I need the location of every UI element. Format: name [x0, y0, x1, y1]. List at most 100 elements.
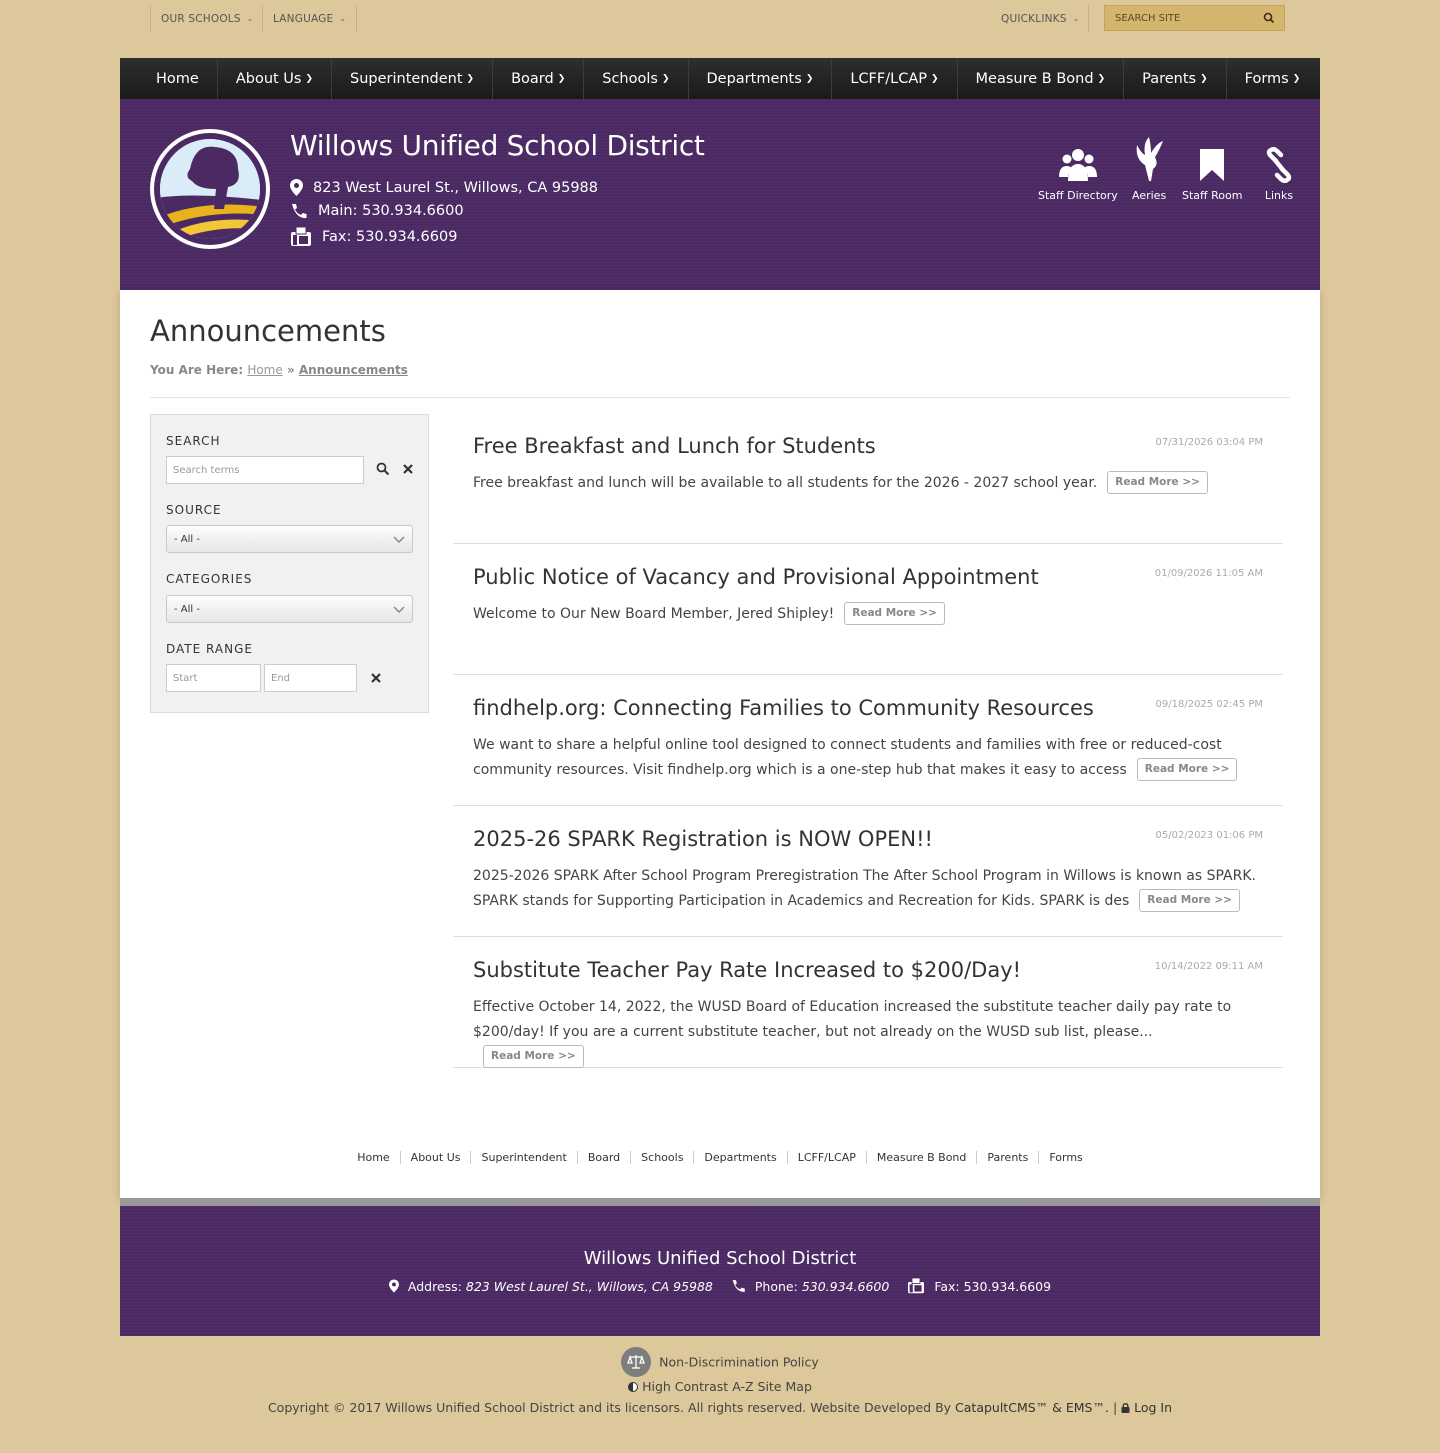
- nav-parents[interactable]: Parents ❯: [1124, 58, 1226, 99]
- nav-label: Home: [156, 70, 199, 87]
- footer-address-value: 823 West Laurel St., Willows, CA 95988: [465, 1278, 713, 1294]
- scale-icon: [621, 1347, 652, 1377]
- non-discrimination-link[interactable]: Non-Discrimination Policy: [659, 1355, 819, 1370]
- login-link[interactable]: Log In: [1134, 1400, 1172, 1415]
- announcement-title[interactable]: Public Notice of Vacancy and Provisional…: [473, 565, 1039, 589]
- read-more-button[interactable]: Read More >>: [1136, 757, 1238, 781]
- footer-link-superintendent[interactable]: Superintendent: [471, 1151, 578, 1164]
- date-range-label: DATE RANGE: [166, 642, 253, 656]
- footer-link-lcff-lcap[interactable]: LCFF/LCAP: [788, 1151, 867, 1164]
- end-date-input[interactable]: End: [264, 664, 357, 692]
- district-logo[interactable]: [150, 129, 270, 249]
- nav-about-us[interactable]: About Us ❯: [218, 58, 331, 99]
- header-fax: Fax: 530.934.6609: [290, 227, 457, 247]
- read-more-button[interactable]: Read More >>: [1139, 888, 1240, 912]
- fax-icon: [908, 1278, 925, 1294]
- chevron-down-icon: [393, 606, 405, 614]
- fax-icon: [291, 227, 311, 246]
- announcement-title[interactable]: Free Breakfast and Lunch for Students: [473, 434, 876, 458]
- developer-link[interactable]: CatapultCMS™ & EMS™.: [955, 1400, 1109, 1415]
- staff-directory-link[interactable]: Staff Directory: [1038, 147, 1118, 202]
- footer-address: Address: 823 West Laurel St., Willows, CA…: [388, 1278, 713, 1294]
- main-nav: Home About Us ❯ Superintendent ❯ Board ❯ Sc…: [120, 58, 1320, 99]
- map-marker-icon: [290, 179, 303, 196]
- footer-phone-value: 530.934.6600: [801, 1278, 890, 1294]
- announcement-text: We want to share a helpful online tool d…: [473, 737, 1222, 778]
- announcement-title[interactable]: 2025-26 SPARK Registration is NOW OPEN!!: [473, 827, 933, 851]
- nav-lcff-lcap[interactable]: LCFF/LCAP ❯: [832, 58, 956, 99]
- categories-select[interactable]: - All -: [166, 595, 413, 623]
- start-date-input[interactable]: Start: [166, 664, 261, 692]
- breadcrumb-prefix: You Are Here:: [150, 363, 244, 377]
- title-divider: [150, 397, 1290, 398]
- breadcrumb-home-link[interactable]: Home: [247, 363, 282, 377]
- copyright-text: Copyright © 2017 Willows Unified School …: [267, 1400, 952, 1415]
- search-icon[interactable]: [1262, 11, 1276, 25]
- nav-departments[interactable]: Departments ❯: [689, 58, 832, 99]
- footer-link-schools[interactable]: Schools: [631, 1151, 695, 1164]
- nav-label: Measure B Bond: [975, 70, 1094, 87]
- links-link[interactable]: Links: [1262, 147, 1296, 202]
- read-more-button[interactable]: Read More >>: [483, 1044, 584, 1068]
- nav-label: Parents: [1142, 70, 1197, 87]
- page-title: Announcements: [150, 314, 386, 348]
- nav-measure-b-bond[interactable]: Measure B Bond ❯: [958, 58, 1124, 99]
- announcement-title[interactable]: findhelp.org: Connecting Families to Com…: [473, 696, 1094, 720]
- nav-schools[interactable]: Schools ❯: [584, 58, 687, 99]
- announcement-summary: Free breakfast and lunch will be availab…: [473, 470, 1263, 496]
- main-phone-text: Main: 530.934.6600: [318, 203, 464, 219]
- clear-date-icon[interactable]: [371, 673, 381, 683]
- our-schools-label: OUR SCHOOLS: [161, 12, 241, 25]
- announcement-title[interactable]: Substitute Teacher Pay Rate Increased to…: [473, 958, 1021, 982]
- search-terms-input[interactable]: Search terms: [166, 456, 364, 484]
- nav-forms[interactable]: Forms ❯: [1227, 58, 1319, 99]
- language-dropdown[interactable]: LANGUAGE ⌄: [273, 5, 346, 32]
- search-icon[interactable]: [376, 462, 390, 476]
- footer-link-board[interactable]: Board: [578, 1151, 632, 1164]
- footer-link-departments[interactable]: Departments: [694, 1151, 788, 1164]
- site-map-link[interactable]: A-Z Site Map: [732, 1379, 812, 1394]
- chevron-down-icon: ⌄: [339, 14, 347, 23]
- chevron-down-icon: ❯: [661, 73, 670, 84]
- nav-superintendent[interactable]: Superintendent ❯: [332, 58, 492, 99]
- footer-contact: Address: 823 West Laurel St., Willows, CA…: [120, 1278, 1320, 1294]
- util-divider: [356, 5, 357, 32]
- copyright-row: Copyright © 2017 Willows Unified School …: [0, 1400, 1440, 1415]
- read-more-button[interactable]: Read More >>: [844, 601, 945, 625]
- source-label: SOURCE: [166, 503, 222, 517]
- breadcrumb: You Are Here: Home » Announcements: [150, 363, 408, 377]
- announcement-item: Substitute Teacher Pay Rate Increased to…: [453, 958, 1283, 1068]
- footer-link-forms[interactable]: Forms: [1039, 1151, 1092, 1164]
- site-search-input[interactable]: SEARCH SITE: [1104, 5, 1285, 31]
- announcement-summary: Welcome to Our New Board Member, Jered S…: [473, 601, 1263, 627]
- footer-link-about-us[interactable]: About Us: [401, 1151, 472, 1164]
- clear-icon[interactable]: [403, 464, 413, 474]
- footer-link-parents[interactable]: Parents: [977, 1151, 1040, 1164]
- aeries-label: Aeries: [1132, 189, 1167, 202]
- eagle-icon: [1136, 137, 1164, 181]
- address-text: 823 West Laurel St., Willows, CA 95988: [313, 179, 599, 196]
- breadcrumb-separator: »: [286, 363, 295, 377]
- announcement-date: 07/31/2026 03:04 PM: [1155, 437, 1263, 448]
- high-contrast-link[interactable]: High Contrast: [642, 1379, 728, 1394]
- nav-label: Departments: [706, 70, 802, 87]
- read-more-button[interactable]: Read More >>: [1107, 470, 1208, 494]
- site-footer: Willows Unified School District Address:…: [120, 1206, 1320, 1336]
- language-label: LANGUAGE: [273, 12, 334, 25]
- site-search-placeholder: SEARCH SITE: [1115, 12, 1181, 24]
- footer-link-home[interactable]: Home: [347, 1151, 401, 1164]
- breadcrumb-current[interactable]: Announcements: [299, 363, 408, 377]
- our-schools-dropdown[interactable]: OUR SCHOOLS ⌄: [161, 5, 254, 32]
- footer-link-measure-b-bond[interactable]: Measure B Bond: [867, 1151, 978, 1164]
- nav-home[interactable]: Home: [120, 58, 217, 99]
- categories-label: CATEGORIES: [166, 572, 253, 586]
- announcement-text: Effective October 14, 2022, the WUSD Boa…: [473, 999, 1232, 1040]
- quicklinks-label: QUICKLINKS: [1001, 12, 1067, 25]
- chevron-down-icon: [393, 536, 405, 544]
- source-select[interactable]: - All -: [166, 525, 413, 553]
- nav-label: LCFF/LCAP: [850, 70, 927, 87]
- aeries-link[interactable]: Aeries: [1132, 137, 1167, 202]
- nav-board[interactable]: Board ❯: [493, 58, 583, 99]
- staff-room-link[interactable]: Staff Room: [1182, 147, 1242, 202]
- quicklinks-dropdown[interactable]: QUICKLINKS ⌄: [1001, 5, 1080, 32]
